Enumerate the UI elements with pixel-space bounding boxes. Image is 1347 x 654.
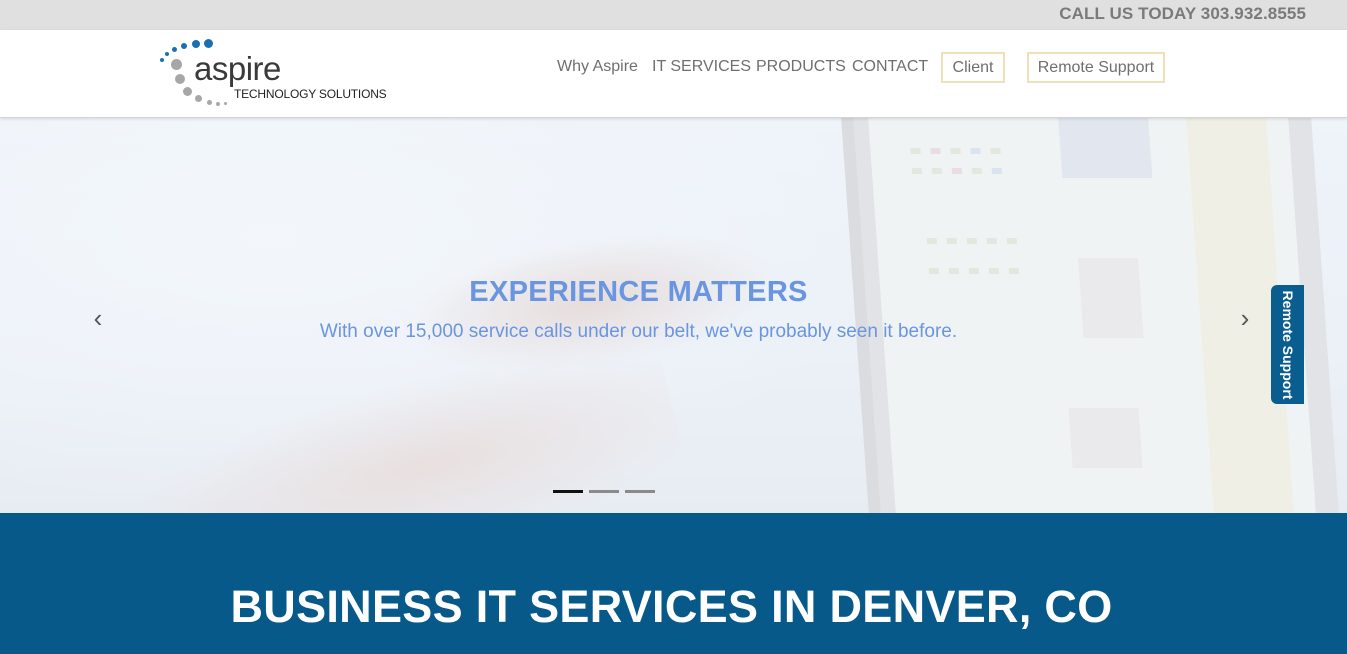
remote-support-tab[interactable]: Remote Support bbox=[1271, 285, 1304, 404]
logo-dot bbox=[181, 43, 187, 49]
nav-products[interactable]: PRODUCTS bbox=[756, 58, 846, 76]
hero-slider: EXPERIENCE MATTERS With over 15,000 serv… bbox=[0, 118, 1347, 513]
logo-tagline: TECHNOLOGY SOLUTIONS bbox=[234, 87, 387, 101]
site-header: aspire TECHNOLOGY SOLUTIONS Why Aspire I… bbox=[0, 30, 1347, 118]
logo-dot bbox=[195, 95, 202, 102]
hero-title: EXPERIENCE MATTERS bbox=[469, 276, 808, 308]
services-heading: BUSINESS IT SERVICES IN DENVER, CO bbox=[230, 581, 1113, 632]
aspire-logo[interactable]: aspire TECHNOLOGY SOLUTIONS bbox=[158, 38, 387, 110]
hero-subtitle: With over 15,000 service calls under our… bbox=[319, 321, 958, 342]
call-us-phone[interactable]: CALL US TODAY 303.932.8555 bbox=[1059, 4, 1306, 24]
logo-dot bbox=[207, 100, 212, 105]
chevron-left-icon[interactable]: ‹ bbox=[86, 303, 110, 333]
remote-support-tab-label: Remote Support bbox=[1279, 290, 1296, 399]
logo-name: aspire bbox=[194, 50, 281, 87]
slider-indicators bbox=[553, 490, 655, 493]
slide-indicator-2[interactable] bbox=[589, 490, 619, 493]
services-banner: BUSINESS IT SERVICES IN DENVER, CO bbox=[0, 513, 1347, 654]
chevron-right-icon[interactable]: › bbox=[1233, 303, 1257, 333]
top-bar: CALL US TODAY 303.932.8555 bbox=[0, 0, 1347, 30]
nav-it-services[interactable]: IT SERVICES bbox=[652, 58, 751, 76]
slide-indicator-3[interactable] bbox=[625, 490, 655, 493]
logo-dot bbox=[165, 52, 169, 56]
logo-dot bbox=[175, 74, 185, 84]
slide-indicator-1[interactable] bbox=[553, 490, 583, 493]
logo-dot bbox=[224, 102, 227, 105]
logo-dot bbox=[160, 58, 164, 62]
logo-dot bbox=[204, 39, 213, 48]
nav-contact[interactable]: CONTACT bbox=[852, 58, 928, 76]
logo-dot bbox=[216, 102, 220, 106]
nav-why-aspire[interactable]: Why Aspire bbox=[557, 58, 638, 76]
remote-support-button[interactable]: Remote Support bbox=[1027, 52, 1165, 83]
logo-dot bbox=[171, 59, 182, 70]
logo-dot bbox=[172, 47, 177, 52]
logo-dot bbox=[183, 87, 192, 96]
logo-dot bbox=[192, 40, 200, 48]
client-button[interactable]: Client bbox=[941, 52, 1005, 83]
